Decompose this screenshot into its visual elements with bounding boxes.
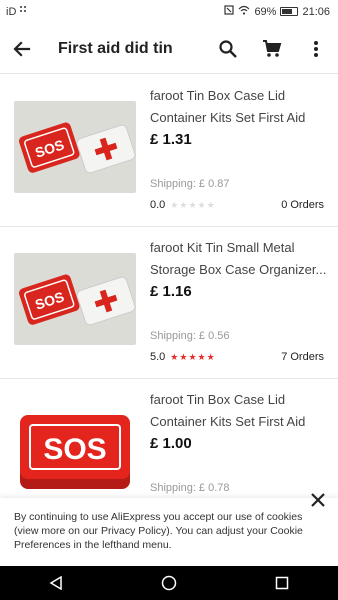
star-rating: ★★★★★ bbox=[170, 200, 215, 211]
page-title: First aid did tin bbox=[58, 39, 173, 57]
search-icon bbox=[219, 39, 237, 58]
app-bar: First aid did tin bbox=[0, 24, 338, 74]
cookie-close-button[interactable] bbox=[306, 488, 330, 512]
nav-home-button[interactable] bbox=[139, 566, 199, 600]
more-options-button[interactable] bbox=[294, 27, 338, 71]
clock: 21:06 bbox=[302, 5, 330, 18]
battery-percent: 69% bbox=[254, 5, 277, 18]
back-button[interactable] bbox=[0, 27, 44, 71]
nfc-icon bbox=[224, 5, 235, 18]
rating-value: 0.0 bbox=[150, 199, 166, 211]
rating-value: 5.0 bbox=[150, 351, 166, 363]
star-filled-icon: ★ bbox=[206, 351, 216, 362]
cookie-notice-text: By continuing to use AliExpress you acce… bbox=[14, 511, 303, 551]
star-empty-icon: ★ bbox=[206, 199, 216, 210]
circle-home-icon bbox=[161, 575, 177, 591]
system-nav-bar bbox=[0, 566, 338, 600]
order-count: 0 Orders bbox=[281, 199, 324, 211]
product-title[interactable]: faroot Tin Box Case Lid Container Kits S… bbox=[150, 389, 330, 433]
product-card[interactable]: SOS faroot Kit Tin Small Metal Storage B… bbox=[0, 227, 338, 379]
nav-back-button[interactable] bbox=[26, 566, 86, 600]
search-button[interactable] bbox=[206, 27, 250, 71]
status-left: iD bbox=[6, 5, 29, 18]
product-image[interactable]: SOS bbox=[14, 101, 136, 193]
cart-icon bbox=[263, 39, 282, 57]
product-price: £ 1.31 bbox=[150, 131, 192, 148]
product-image[interactable]: SOS bbox=[14, 253, 136, 345]
star-empty-icon: ★ bbox=[197, 199, 207, 210]
star-filled-icon: ★ bbox=[197, 351, 207, 362]
triangle-back-icon bbox=[49, 576, 63, 590]
signal-icon bbox=[19, 5, 29, 18]
arrow-left-icon bbox=[13, 40, 31, 57]
shipping-cost: Shipping: £ 0.56 bbox=[150, 330, 230, 342]
cart-button[interactable] bbox=[250, 27, 294, 71]
product-price: £ 1.16 bbox=[150, 283, 192, 300]
star-empty-icon: ★ bbox=[188, 199, 198, 210]
close-icon bbox=[311, 493, 325, 507]
rating-row: 5.0 ★★★★★ bbox=[150, 351, 216, 363]
more-vertical-icon bbox=[314, 40, 318, 57]
product-image[interactable]: SOS bbox=[14, 405, 136, 497]
wifi-icon bbox=[238, 5, 250, 18]
status-right: 69% 21:06 bbox=[224, 5, 330, 18]
product-price: £ 1.00 bbox=[150, 435, 192, 452]
rating-row: 0.0 ★★★★★ bbox=[150, 199, 216, 211]
square-recents-icon bbox=[275, 576, 288, 590]
product-title[interactable]: faroot Tin Box Case Lid Container Kits S… bbox=[150, 85, 330, 129]
shipping-cost: Shipping: £ 0.87 bbox=[150, 178, 230, 190]
star-empty-icon: ★ bbox=[170, 199, 180, 210]
product-list: SOS faroot Tin Box Case Lid Container Ki… bbox=[0, 75, 338, 531]
carrier-label: iD bbox=[6, 5, 17, 18]
battery-icon bbox=[280, 7, 299, 16]
shipping-cost: Shipping: £ 0.78 bbox=[150, 482, 230, 494]
star-filled-icon: ★ bbox=[188, 351, 198, 362]
nav-recents-button[interactable] bbox=[252, 566, 312, 600]
svg-text:SOS: SOS bbox=[43, 433, 106, 466]
product-title[interactable]: faroot Kit Tin Small Metal Storage Box C… bbox=[150, 237, 330, 281]
cookie-banner: By continuing to use AliExpress you acce… bbox=[0, 493, 338, 566]
star-rating: ★★★★★ bbox=[170, 352, 215, 363]
product-card[interactable]: SOS faroot Tin Box Case Lid Container Ki… bbox=[0, 75, 338, 227]
order-count: 7 Orders bbox=[281, 351, 324, 363]
status-bar: iD 69% 21:06 bbox=[0, 0, 338, 24]
star-filled-icon: ★ bbox=[170, 351, 180, 362]
